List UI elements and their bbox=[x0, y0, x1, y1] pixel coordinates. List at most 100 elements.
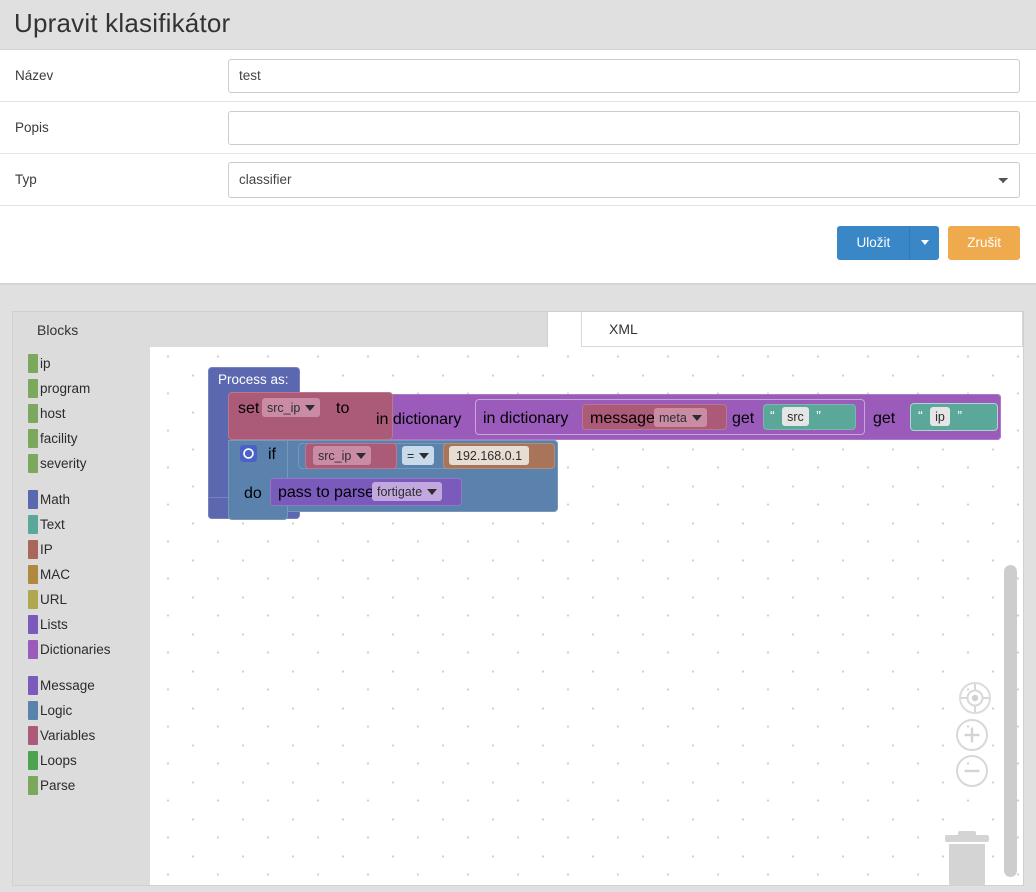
quote-open-icon: “ bbox=[770, 407, 775, 424]
toolbox-item-variables[interactable]: Variables bbox=[13, 723, 150, 748]
save-dropdown-button[interactable] bbox=[909, 225, 940, 260]
caret-down-icon bbox=[920, 240, 929, 246]
parser-value-dropdown[interactable]: fortigate bbox=[372, 482, 443, 502]
text-ip-content: “ ip ” bbox=[918, 407, 962, 427]
chevron-down-icon bbox=[356, 452, 367, 459]
quote-close-icon: ” bbox=[816, 407, 821, 424]
toolbox-item-math[interactable]: Math bbox=[13, 487, 150, 512]
page-title: Upravit klasifikátor bbox=[14, 8, 231, 38]
toolbox-item-logic[interactable]: Logic bbox=[13, 698, 150, 723]
toolbox-separator bbox=[13, 476, 150, 487]
to-label: to bbox=[336, 400, 350, 418]
toolbox-item-label: Lists bbox=[40, 617, 68, 633]
chevron-down-icon bbox=[691, 414, 702, 421]
name-input[interactable] bbox=[228, 58, 1020, 93]
category-color-swatch bbox=[28, 404, 38, 424]
form-row-type: Typ classifier bbox=[0, 154, 1036, 207]
trash-body bbox=[949, 844, 985, 886]
tab-xml[interactable]: XML bbox=[581, 312, 1023, 348]
toolbox-item-text[interactable]: Text bbox=[13, 512, 150, 537]
dictionary-outer-label: in dictionary bbox=[376, 411, 462, 429]
zoom-out-icon bbox=[964, 769, 980, 773]
blockly-workspace[interactable]: Process as: set src_ip to in dictionary … bbox=[150, 347, 1023, 886]
category-color-swatch bbox=[28, 454, 38, 474]
form-row-name: Název bbox=[0, 50, 1036, 103]
toolbox-item-label: MAC bbox=[40, 567, 70, 583]
do-label: do bbox=[244, 485, 262, 503]
message-label: message bbox=[590, 410, 655, 428]
toolbox-item-url[interactable]: URL bbox=[13, 587, 150, 612]
chevron-down-icon bbox=[427, 488, 438, 495]
quote-open-icon: “ bbox=[918, 407, 923, 424]
form-row-description: Popis bbox=[0, 102, 1036, 155]
compare-operator-dropdown[interactable]: = bbox=[402, 446, 435, 466]
form-action-bar: Uložit Zrušit bbox=[0, 206, 1036, 285]
toolbox-item-lists[interactable]: Lists bbox=[13, 612, 150, 637]
category-color-swatch bbox=[28, 640, 38, 660]
label-name: Název bbox=[15, 68, 54, 84]
toolbox-item-facility[interactable]: facility bbox=[13, 426, 150, 451]
toolbox-item-label: Parse bbox=[40, 778, 76, 794]
dictionary-inner-label: in dictionary bbox=[483, 410, 569, 428]
toolbox-item-parse[interactable]: Parse bbox=[13, 773, 150, 798]
toolbox-separator bbox=[13, 662, 150, 673]
trash-button[interactable] bbox=[945, 831, 989, 886]
compare-variable-value: src_ip bbox=[318, 448, 352, 463]
toolbox-item-ip[interactable]: ip bbox=[13, 351, 150, 376]
cancel-button[interactable]: Zrušit bbox=[948, 225, 1020, 260]
compare-operator-value: = bbox=[407, 448, 415, 463]
get-label-2: get bbox=[873, 410, 896, 428]
get-label-1: get bbox=[732, 410, 755, 428]
message-field-dropdown[interactable]: meta bbox=[654, 408, 707, 428]
toolbox-item-dictionaries[interactable]: Dictionaries bbox=[13, 637, 150, 662]
gear-icon[interactable] bbox=[240, 445, 257, 463]
zoom-in-icon bbox=[964, 727, 980, 743]
category-color-swatch bbox=[28, 429, 38, 449]
set-variable-value: src_ip bbox=[267, 400, 301, 415]
category-color-swatch bbox=[28, 540, 38, 560]
tab-blocks[interactable]: Blocks bbox=[13, 312, 548, 348]
category-color-swatch bbox=[28, 776, 38, 796]
text-src-content: “ src ” bbox=[770, 407, 821, 427]
zoom-out-button[interactable] bbox=[956, 755, 988, 788]
category-color-swatch bbox=[28, 590, 38, 610]
toolbox-item-label: Text bbox=[40, 517, 65, 533]
toolbox-item-severity[interactable]: severity bbox=[13, 451, 150, 476]
zoom-in-button[interactable] bbox=[956, 719, 988, 752]
category-color-swatch bbox=[28, 701, 38, 721]
toolbox-item-host[interactable]: host bbox=[13, 401, 150, 426]
type-select[interactable]: classifier bbox=[228, 161, 1020, 198]
toolbox-item-label: severity bbox=[40, 456, 87, 472]
parser-value: fortigate bbox=[377, 484, 423, 499]
toolbox-item-message[interactable]: Message bbox=[13, 673, 150, 698]
save-button-group: Uložit bbox=[837, 225, 940, 260]
text-ip-value[interactable]: ip bbox=[930, 407, 950, 427]
text-src-value[interactable]: src bbox=[782, 407, 809, 427]
message-field-value: meta bbox=[659, 410, 687, 425]
toolbox-item-label: Math bbox=[40, 492, 71, 508]
chevron-down-icon bbox=[305, 404, 316, 411]
blockly-toolbox: ip program host facility severity Math T… bbox=[13, 347, 150, 886]
toolbox-item-label: Variables bbox=[40, 728, 96, 744]
toolbox-item-ip-category[interactable]: IP bbox=[13, 537, 150, 562]
toolbox-item-label: Loops bbox=[40, 753, 77, 769]
set-variable-dropdown[interactable]: src_ip bbox=[262, 398, 321, 418]
ip-literal-field[interactable]: 192.168.0.1 bbox=[449, 446, 530, 466]
category-color-swatch bbox=[28, 515, 38, 535]
toolbox-item-mac[interactable]: MAC bbox=[13, 562, 150, 587]
toolbox-item-loops[interactable]: Loops bbox=[13, 748, 150, 773]
description-input[interactable] bbox=[228, 110, 1020, 145]
workspace-vertical-scrollbar[interactable] bbox=[1004, 565, 1017, 878]
type-field-wrap: classifier bbox=[228, 161, 1020, 198]
category-color-swatch bbox=[28, 751, 38, 771]
if-label: if bbox=[268, 446, 276, 464]
center-workspace-button[interactable] bbox=[959, 682, 991, 715]
toolbox-item-label: host bbox=[40, 406, 66, 422]
toolbox-item-label: Logic bbox=[40, 703, 73, 719]
blockly-editor: Blocks XML ip program host facility seve… bbox=[12, 311, 1024, 887]
save-button[interactable]: Uložit bbox=[837, 225, 910, 260]
classifier-form-card: Název Popis Typ classifier Uložit Zrušit bbox=[0, 49, 1036, 286]
toolbox-item-program[interactable]: program bbox=[13, 376, 150, 401]
ip-literal-value[interactable]: 192.168.0.1 bbox=[449, 446, 530, 466]
compare-variable-dropdown[interactable]: src_ip bbox=[313, 446, 372, 466]
